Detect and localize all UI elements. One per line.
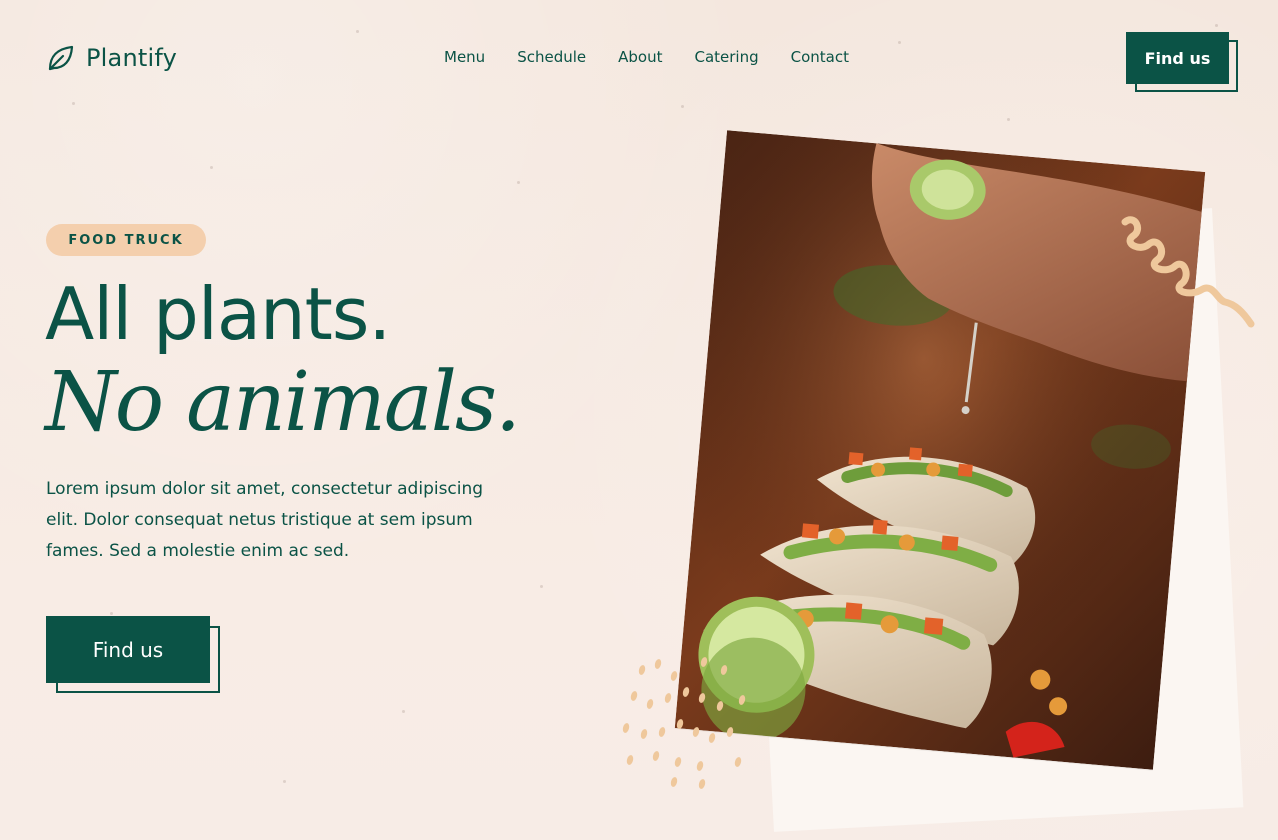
nav-item-catering[interactable]: Catering [694, 48, 758, 66]
headline-line-2: No animals. [45, 355, 521, 450]
leaf-icon [46, 43, 76, 73]
nav-item-contact[interactable]: Contact [791, 48, 849, 66]
nav-item-menu[interactable]: Menu [444, 48, 485, 66]
main-nav: Menu Schedule About Catering Contact [444, 48, 849, 66]
find-us-button-header[interactable]: Find us [1126, 32, 1229, 84]
brand-logo[interactable]: Plantify [46, 43, 177, 73]
brand-name: Plantify [86, 44, 177, 72]
headline-line-1: All plants. [45, 272, 391, 356]
food-truck-badge: FOOD TRUCK [46, 224, 206, 256]
header-cta: Find us [1126, 32, 1238, 92]
nav-item-about[interactable]: About [618, 48, 662, 66]
squiggle-decoration [1121, 216, 1255, 328]
hero-paragraph: Lorem ipsum dolor sit amet, consectetur … [46, 479, 484, 561]
nav-item-schedule[interactable]: Schedule [517, 48, 586, 66]
dots-decoration [622, 657, 746, 789]
hero-cta: Find us [46, 616, 220, 694]
find-us-button-hero[interactable]: Find us [46, 616, 210, 683]
